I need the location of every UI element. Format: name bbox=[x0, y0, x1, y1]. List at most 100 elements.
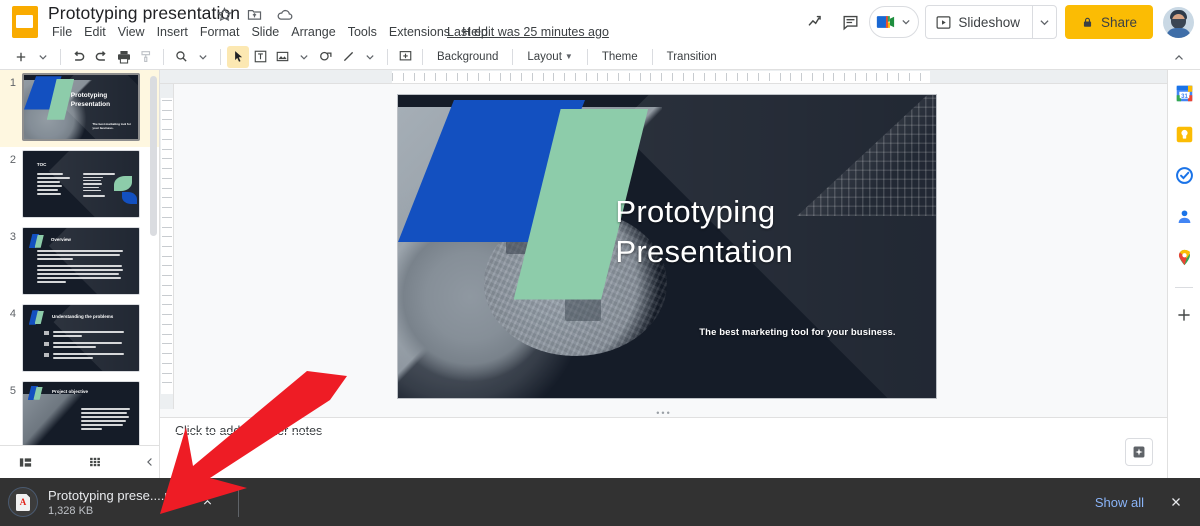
transition-button[interactable]: Transition bbox=[659, 46, 725, 68]
google-contacts-icon[interactable] bbox=[1171, 203, 1197, 229]
shape-button[interactable] bbox=[315, 46, 337, 68]
caret-down-icon bbox=[39, 54, 47, 60]
zoom-dropdown[interactable] bbox=[192, 46, 214, 68]
caret-down-icon bbox=[366, 54, 374, 60]
explore-button[interactable] bbox=[1125, 438, 1153, 466]
download-item[interactable]: A Prototyping prese....pdf 1,328 KB bbox=[0, 478, 220, 526]
menu-slide[interactable]: Slide bbox=[245, 23, 285, 41]
layout-label: Layout bbox=[527, 50, 562, 63]
text-box-button[interactable] bbox=[249, 46, 271, 68]
vertical-ruler[interactable] bbox=[160, 84, 174, 410]
show-all-downloads-button[interactable]: Show all bbox=[1081, 488, 1158, 517]
insert-comment-button[interactable] bbox=[394, 46, 416, 68]
drag-dots-icon: ••• bbox=[656, 408, 672, 418]
menu-tools[interactable]: Tools bbox=[342, 23, 383, 41]
list-item[interactable]: 2 TOC bbox=[0, 147, 159, 224]
cloud-saved-icon[interactable] bbox=[275, 5, 294, 24]
comment-history-icon[interactable] bbox=[833, 5, 867, 39]
menu-format[interactable]: Format bbox=[194, 23, 246, 41]
title-action-icons bbox=[215, 5, 294, 24]
current-slide-editor[interactable]: Prototyping Presentation The best market… bbox=[398, 95, 936, 398]
pdf-file-icon: A bbox=[8, 487, 38, 517]
slideshow-control-group: Slideshow bbox=[925, 5, 1057, 39]
toolbar-divider bbox=[60, 48, 61, 65]
editing-toolbar: Background Layout ▼ Theme Transition bbox=[0, 44, 1200, 70]
google-meet-button[interactable] bbox=[869, 6, 920, 38]
filmstrip-scrollbar[interactable] bbox=[150, 76, 157, 236]
slide-thumbnail-5[interactable]: Project objective bbox=[22, 381, 140, 445]
list-item[interactable]: 3 Overview bbox=[0, 224, 159, 301]
menu-insert[interactable]: Insert bbox=[151, 23, 194, 41]
menu-arrange[interactable]: Arrange bbox=[285, 23, 341, 41]
account-avatar[interactable] bbox=[1163, 6, 1194, 38]
present-play-icon bbox=[936, 15, 951, 29]
thumb-title: Overview bbox=[50, 237, 71, 243]
slideshow-button[interactable]: Slideshow bbox=[926, 6, 1032, 38]
grid-view-button[interactable] bbox=[85, 448, 104, 476]
paint-format-button[interactable] bbox=[135, 46, 157, 68]
download-meta: Prototyping prese....pdf 1,328 KB bbox=[48, 488, 182, 517]
layout-button[interactable]: Layout ▼ bbox=[519, 46, 580, 68]
filmstrip-view-button[interactable] bbox=[16, 448, 35, 476]
slide-canvas-area[interactable]: Prototyping Presentation The best market… bbox=[160, 70, 1168, 410]
list-item[interactable]: 4 Understanding the problems bbox=[0, 301, 159, 378]
slide-thumbnail-3[interactable]: Overview bbox=[22, 227, 140, 295]
share-button[interactable]: Share bbox=[1064, 5, 1153, 39]
menu-file[interactable]: File bbox=[46, 23, 78, 41]
insert-image-dropdown[interactable] bbox=[293, 46, 315, 68]
collapse-filmstrip-button[interactable] bbox=[140, 448, 159, 476]
slide-title-line1: Prototyping bbox=[615, 193, 776, 229]
slide-number: 5 bbox=[9, 385, 16, 397]
download-item-menu-button[interactable] bbox=[194, 489, 220, 515]
slide-title-textbox[interactable]: Prototyping Presentation bbox=[615, 192, 793, 271]
collapse-toolbar-button[interactable] bbox=[1168, 47, 1190, 69]
background-button[interactable]: Background bbox=[429, 46, 506, 68]
theme-button[interactable]: Theme bbox=[594, 46, 646, 68]
slide-thumbnail-2[interactable]: TOC bbox=[22, 150, 140, 218]
undo-button[interactable] bbox=[67, 46, 90, 68]
slide-filmstrip-panel[interactable]: 1 Prototyping Presentation The best mark… bbox=[0, 70, 160, 445]
select-tool-button[interactable] bbox=[227, 45, 249, 68]
get-add-ons-plus-icon[interactable] bbox=[1171, 302, 1197, 328]
slideshow-options-dropdown[interactable] bbox=[1031, 6, 1056, 38]
line-button[interactable] bbox=[337, 46, 359, 68]
menu-edit[interactable]: Edit bbox=[78, 23, 112, 41]
chevron-up-icon bbox=[203, 499, 212, 505]
add-comment-icon bbox=[399, 51, 411, 61]
print-button[interactable] bbox=[113, 46, 135, 68]
list-item[interactable]: 5 Project objective bbox=[0, 378, 159, 445]
star-icon[interactable] bbox=[215, 5, 234, 24]
toolbar-divider bbox=[651, 48, 653, 65]
close-download-bar-button[interactable] bbox=[1162, 488, 1190, 516]
new-slide-button[interactable] bbox=[10, 46, 32, 68]
slide-thumbnail-4[interactable]: Understanding the problems bbox=[22, 304, 140, 372]
google-calendar-icon[interactable]: 31 bbox=[1171, 80, 1197, 106]
chevron-up-icon bbox=[1175, 55, 1183, 60]
redo-button[interactable] bbox=[90, 46, 113, 68]
toolbar-divider bbox=[422, 48, 423, 65]
menu-view[interactable]: View bbox=[112, 23, 151, 41]
move-to-folder-icon[interactable] bbox=[245, 5, 264, 24]
line-dropdown[interactable] bbox=[359, 46, 381, 68]
slides-logo-icon[interactable] bbox=[10, 6, 40, 38]
last-edit-status[interactable]: Last edit was 25 minutes ago bbox=[447, 25, 609, 39]
notes-resize-handle[interactable]: ••• bbox=[160, 409, 1168, 418]
google-tasks-icon[interactable] bbox=[1171, 162, 1197, 188]
document-title[interactable]: Prototyping presentation bbox=[48, 3, 240, 24]
google-keep-icon[interactable] bbox=[1171, 121, 1197, 147]
download-file-name: Prototyping prese....pdf bbox=[48, 487, 183, 503]
header-actions: Slideshow Share bbox=[799, 4, 1194, 40]
slide-thumbnail-1[interactable]: Prototyping Presentation The best market… bbox=[22, 73, 140, 141]
zoom-button[interactable] bbox=[170, 46, 192, 68]
new-slide-dropdown[interactable] bbox=[32, 46, 54, 68]
horizontal-ruler[interactable] bbox=[160, 70, 1168, 84]
lock-icon bbox=[1083, 17, 1092, 27]
text-box-icon bbox=[254, 50, 266, 63]
explore-icon bbox=[1133, 446, 1145, 458]
menu-extensions[interactable]: Extensions bbox=[383, 23, 456, 41]
activity-trend-icon[interactable] bbox=[799, 5, 833, 39]
google-maps-icon[interactable] bbox=[1171, 244, 1197, 270]
slide-subtitle-textbox[interactable]: The best marketing tool for your busines… bbox=[699, 327, 895, 338]
insert-image-button[interactable] bbox=[271, 46, 293, 68]
list-item[interactable]: 1 Prototyping Presentation The best mark… bbox=[0, 70, 159, 147]
